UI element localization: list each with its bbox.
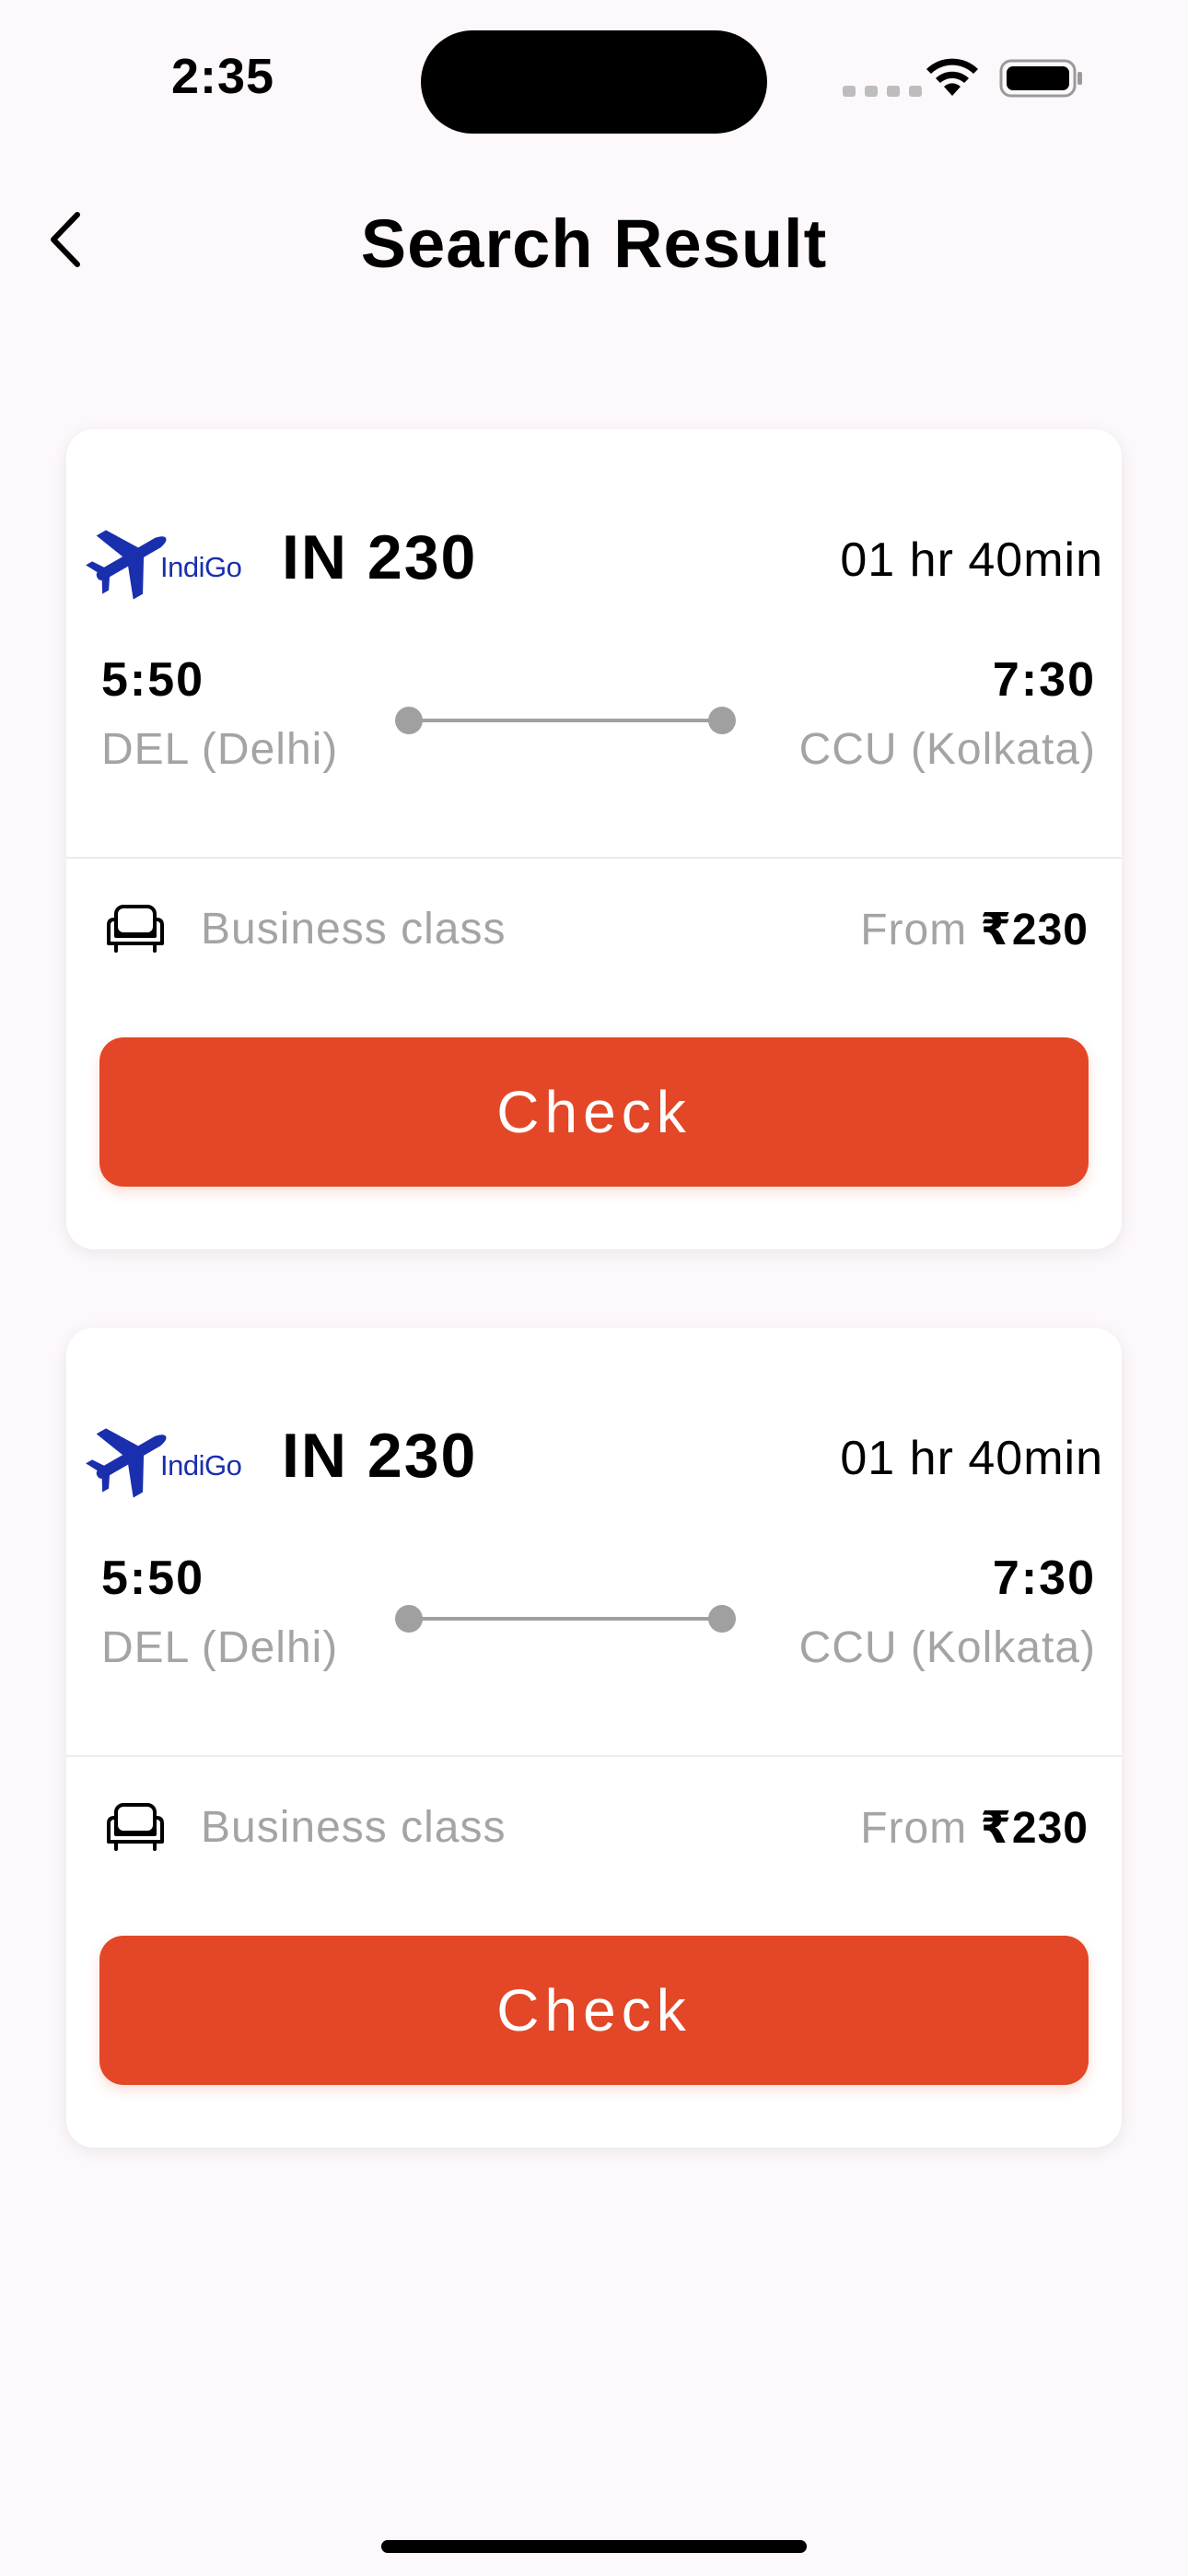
airline-logo: IndiGo: [85, 1411, 250, 1512]
departure-time: 5:50: [101, 1551, 205, 1605]
flight-summary: IndiGo IN 230 01 hr 40min 5:50 DEL (Delh…: [66, 1328, 1122, 1755]
departure-place: DEL (Delhi): [101, 1623, 339, 1672]
travel-class: Business class: [201, 1803, 507, 1852]
cellular-signal-icon: [843, 86, 922, 97]
page-title: Search Result: [360, 205, 828, 282]
route-line: [395, 1605, 736, 1633]
arrival-time: 7:30: [992, 653, 1096, 707]
status-time: 2:35: [171, 49, 275, 104]
seat-icon: [107, 905, 164, 953]
flight-code: IN 230: [282, 522, 478, 592]
route-end-dot: [708, 707, 736, 734]
arrival-place: CCU (Kolkata): [798, 1623, 1096, 1672]
flight-code: IN 230: [282, 1421, 478, 1491]
flight-result-card: IndiGo IN 230 01 hr 40min 5:50 DEL (Delh…: [66, 1328, 1122, 2148]
card-divider: [66, 857, 1122, 859]
price-value: ₹230: [980, 906, 1089, 954]
status-indicators: [843, 55, 1082, 101]
flight-summary: IndiGo IN 230 01 hr 40min 5:50 DEL (Delh…: [66, 429, 1122, 857]
price: From ₹230: [860, 1802, 1089, 1854]
header: Search Result: [0, 184, 1188, 295]
flight-result-card: IndiGo IN 230 01 hr 40min 5:50 DEL (Delh…: [66, 429, 1122, 1249]
airline-logo: IndiGo: [85, 512, 250, 614]
departure-time: 5:50: [101, 653, 205, 707]
battery-icon: [999, 59, 1082, 98]
airline-logo-text: IndiGo: [160, 1449, 242, 1481]
route-start-dot: [395, 1605, 423, 1633]
price: From ₹230: [860, 904, 1089, 955]
status-bar: 2:35: [0, 0, 1188, 157]
route-line: [395, 707, 736, 734]
card-divider: [66, 1755, 1122, 1757]
wifi-icon: [926, 58, 978, 96]
price-prefix: From: [860, 906, 981, 954]
dynamic-island: [421, 30, 767, 134]
flight-duration: 01 hr 40min: [840, 533, 1103, 587]
arrival-time: 7:30: [992, 1551, 1096, 1605]
check-button[interactable]: Check: [99, 1936, 1089, 2085]
route-end-dot: [708, 1605, 736, 1633]
airline-logo-text: IndiGo: [160, 551, 242, 583]
flight-duration: 01 hr 40min: [840, 1432, 1103, 1485]
home-indicator[interactable]: [381, 2540, 807, 2553]
departure-place: DEL (Delhi): [101, 725, 339, 774]
arrival-place: CCU (Kolkata): [798, 725, 1096, 774]
price-prefix: From: [860, 1804, 981, 1853]
seat-icon: [107, 1803, 164, 1851]
route-start-dot: [395, 707, 423, 734]
price-value: ₹230: [980, 1804, 1089, 1853]
travel-class: Business class: [201, 905, 507, 954]
check-button[interactable]: Check: [99, 1037, 1089, 1187]
